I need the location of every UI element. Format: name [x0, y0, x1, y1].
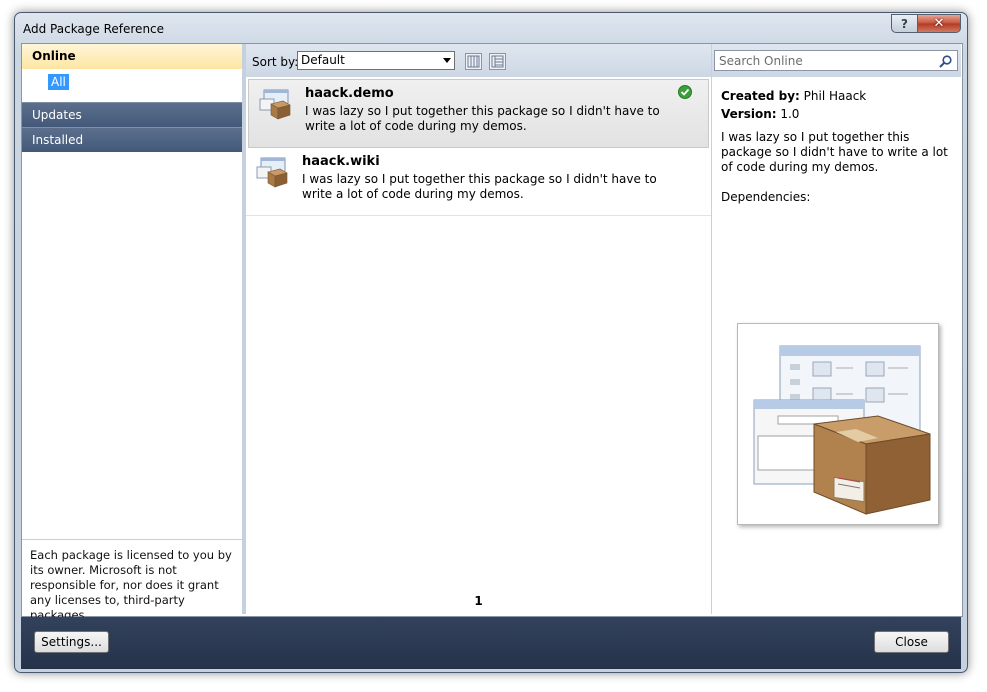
sort-by-dropdown[interactable]: Default: [297, 51, 455, 70]
dependencies-label: Dependencies:: [721, 190, 811, 204]
dialog-content: Online All Updates Installed Each packag…: [21, 43, 963, 622]
search-bar: [712, 44, 961, 77]
created-by-value: Phil Haack: [803, 89, 867, 103]
package-name: haack.demo: [305, 86, 394, 101]
close-button[interactable]: Close: [874, 631, 949, 653]
title-bar[interactable]: Add Package Reference ? ✕: [15, 13, 967, 43]
created-by-label: Created by:: [721, 89, 800, 103]
settings-button[interactable]: Settings...: [34, 631, 109, 653]
detail-view-icon: [491, 55, 504, 68]
close-window-button[interactable]: ✕: [917, 14, 961, 33]
dialog-footer: Settings... Close: [21, 617, 961, 669]
nav-installed[interactable]: Installed: [22, 127, 242, 152]
package-name: haack.wiki: [302, 154, 380, 169]
sort-by-label: Sort by:: [252, 55, 299, 69]
check-icon: [678, 85, 692, 99]
license-note: Each package is licensed to you by its o…: [22, 539, 242, 622]
package-details: Created by: Phil Haack Version: 1.0 I wa…: [721, 89, 953, 208]
package-list: haack.demo I was lazy so I put together …: [246, 77, 711, 216]
details-pane: Created by: Phil Haack Version: 1.0 I wa…: [711, 44, 961, 614]
package-item-haack-demo[interactable]: haack.demo I was lazy so I put together …: [248, 79, 709, 148]
help-icon: ?: [901, 16, 908, 31]
chevron-down-icon: [443, 58, 451, 63]
page-number[interactable]: 1: [246, 594, 711, 608]
search-input[interactable]: [714, 50, 958, 71]
nav-all[interactable]: All: [48, 74, 69, 90]
detail-view-button[interactable]: [489, 53, 506, 70]
details-description: I was lazy so I put together this packag…: [721, 130, 948, 174]
left-navigation: Online All Updates Installed Each packag…: [22, 44, 246, 622]
list-view-button[interactable]: [465, 53, 482, 70]
add-package-dialog: Add Package Reference ? ✕ Online All Upd…: [14, 12, 968, 673]
version-label: Version:: [721, 107, 777, 121]
sort-by-value: Default: [301, 53, 345, 67]
nav-online[interactable]: Online: [22, 44, 242, 69]
package-icon: [259, 89, 291, 120]
package-description: I was lazy so I put together this packag…: [302, 172, 657, 201]
package-item-haack-wiki[interactable]: haack.wiki I was lazy so I put together …: [246, 148, 711, 216]
version-value: 1.0: [780, 107, 800, 121]
package-icon: [256, 157, 288, 188]
help-button[interactable]: ?: [891, 14, 917, 33]
package-description: I was lazy so I put together this packag…: [305, 104, 660, 133]
list-view-icon: [467, 55, 480, 68]
list-toolbar: Sort by: Default: [246, 44, 711, 77]
nav-updates[interactable]: Updates: [22, 102, 242, 127]
window-title: Add Package Reference: [23, 22, 165, 36]
close-icon: ✕: [933, 16, 945, 31]
search-icon[interactable]: [939, 55, 952, 68]
package-list-pane: Sort by: Default haack.demo I was lazy s…: [246, 44, 711, 614]
package-preview-image: [737, 323, 939, 525]
